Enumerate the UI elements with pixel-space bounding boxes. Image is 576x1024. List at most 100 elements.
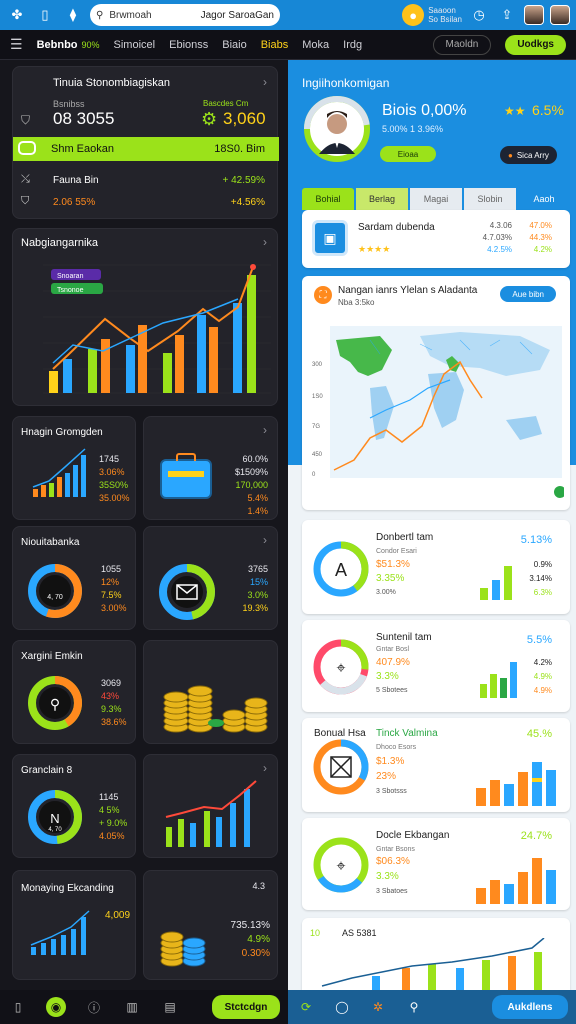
list-item[interactable]: ⌖ Docle Ekbangan Gntar Bsons $06.3% 3.3%… (302, 818, 570, 910)
list-item-title: Bonual Hsa (314, 728, 366, 739)
document-icon[interactable]: ▯ (34, 4, 56, 26)
toggle-icon[interactable] (18, 141, 36, 155)
stat-label: 2.06 55% (53, 197, 96, 208)
metric-value: 15% (249, 577, 268, 587)
battery-icon[interactable]: ▯ (8, 997, 28, 1017)
chevron-right-icon[interactable]: › (263, 761, 267, 775)
metric-title: Niouitabanka (21, 537, 80, 548)
map-sub: Nba 3:5ko (338, 298, 375, 307)
trend-title: AS 5381 (342, 928, 377, 938)
refresh-icon[interactable]: ⟳ (296, 997, 316, 1017)
nav-item[interactable]: Irdg (343, 39, 362, 51)
donut-gauge: A (313, 541, 369, 597)
y-tick: 7G (312, 424, 320, 430)
calendar-icon[interactable]: ▤ (160, 997, 180, 1017)
chart-bar (163, 353, 172, 393)
listing-title: Sardam dubenda (358, 222, 435, 233)
primary-bottom-button[interactable]: Stctcdgn (212, 995, 280, 1019)
map-status-icon[interactable] (554, 486, 564, 498)
settings-icon[interactable]: ✲ (368, 997, 388, 1017)
legend-label: Snoaran (57, 273, 84, 280)
tab[interactable]: Berlag (356, 188, 408, 210)
tab[interactable]: Aaoh (518, 188, 570, 210)
avatar[interactable] (524, 5, 544, 25)
highlight-row[interactable]: Shm Eaokan 18S0. Bim (13, 137, 279, 161)
listing-card[interactable]: ▣ Sardam dubenda ★★★★ 4.3.06 4.7.03% 4.2… (302, 210, 570, 268)
metric-card: Xargini Emkin ⚲ 3069 43% 9.3% 38.6% (12, 640, 136, 744)
list-item-value: 407.9% (376, 657, 410, 668)
brand-badge: 90% (81, 39, 100, 50)
metric-card: › 60.0% $1509% 170,000 5.4% 1.4% (143, 416, 278, 520)
chevron-right-icon[interactable]: › (263, 423, 267, 437)
metric-value: 7.5% (101, 590, 122, 600)
search-input[interactable]: ⚲ Brwmoah Jagor SaroaGan (90, 4, 280, 26)
tab[interactable]: Magai (410, 188, 462, 210)
metric-value: 4,009 (105, 910, 131, 921)
mini-bar-chart (30, 910, 90, 955)
bookmark-icon[interactable]: ⧫ (62, 4, 84, 26)
list-item[interactable]: Bonual Hsa Tinck Valmina Dhoco Esors $1.… (302, 718, 570, 812)
profile-action-button[interactable]: ● Sica Arry (500, 146, 557, 164)
list-item-sub: Condor Esari (376, 548, 417, 555)
nav-item[interactable]: Biaio (222, 39, 246, 51)
briefcase-icon (160, 453, 212, 499)
listing-value: 4.2.5% (487, 245, 512, 254)
home-icon[interactable]: ◉ (46, 997, 66, 1017)
chart-card: Nabgiangarnika › Snoaran Tsnonoe (12, 228, 278, 406)
profile-icon[interactable]: ◯ (332, 997, 352, 1017)
nav-item-active[interactable]: Biabs (261, 39, 289, 51)
listing-value: 47.0% (529, 221, 552, 230)
menu-icon[interactable]: ☰ (10, 36, 23, 53)
chevron-right-icon[interactable]: › (263, 533, 267, 547)
metric-value: 3.0% (247, 590, 268, 600)
nav-item[interactable]: Moka (302, 39, 329, 51)
listing-value: 4.7.03% (482, 233, 512, 242)
metric-card: › 3765 15% 3.0% 19.3% (143, 526, 278, 630)
list-item-value: 4.9% (533, 672, 552, 681)
summary-sub: Bsnibss (53, 99, 85, 109)
list-item-value: 5 Sbotees (376, 687, 408, 694)
nav-item[interactable]: Simoicel (114, 39, 156, 51)
list-item-value: 23% (376, 771, 397, 782)
donut-gauge: N 4, 70 (28, 790, 82, 844)
upload-icon[interactable]: ⇪ (496, 4, 518, 26)
app-grid-icon[interactable]: ✤ (6, 4, 28, 26)
list-item[interactable]: A Donbertl tam Condor Esari $51.3% 3.35%… (302, 520, 570, 614)
tab-active[interactable]: Bohial (302, 188, 354, 210)
info-icon[interactable]: ⓘ (84, 997, 104, 1017)
primary-button[interactable]: Uodkgs (505, 34, 566, 55)
tab[interactable]: Slobin (464, 188, 516, 210)
search-icon[interactable]: ⚲ (404, 997, 424, 1017)
chart-title: Nabgiangarnika (21, 237, 99, 249)
search-icon: ⚲ (96, 9, 104, 21)
summary-value: 08 3055 (53, 109, 115, 128)
chart-line (52, 266, 254, 370)
metric-title: Hnagin Gromgden (21, 427, 103, 438)
left-panel: Tinuia Stonombiagiskan › Bsnibss ⛉ 08 30… (0, 60, 288, 990)
chart-point (250, 264, 256, 270)
y-tick: 300 (312, 362, 323, 368)
notification-icon[interactable]: ● (402, 4, 425, 26)
profile-avatar[interactable] (302, 94, 372, 164)
profile-status-pill[interactable]: Eioaa (380, 146, 436, 162)
trend-card: 10 AS 5381 (302, 918, 570, 990)
avatar-secondary[interactable] (550, 5, 570, 25)
chart-bar (57, 477, 62, 497)
ghost-button[interactable]: Maoldn (432, 34, 492, 55)
map-action-button[interactable]: Aue bibn (500, 286, 556, 302)
chart-icon[interactable]: ▥ (122, 997, 142, 1017)
list-item-value: 4.9% (533, 686, 552, 695)
chevron-right-icon[interactable]: › (263, 235, 267, 249)
list-item-value: 3.3% (376, 871, 399, 882)
list-item[interactable]: ⌖ Suntenil tam Gntar Bosl 407.9% 3.3% 5 … (302, 620, 570, 712)
metric-value: 60.0% (242, 454, 268, 464)
world-map-chart: 300 1S0 7G 450 0 (312, 326, 564, 498)
list-item-sub: Gntar Bsons (376, 846, 415, 853)
secondary-bottom-button[interactable]: Aukdlens (492, 995, 568, 1019)
map-card: ⛶ Nangan ianrs Ylelan s Aladanta Nba 3:5… (302, 276, 570, 510)
metric-value: 3.00% (101, 603, 127, 613)
clock-icon[interactable]: ◷ (468, 4, 490, 26)
metric-value: 4.05% (99, 831, 125, 841)
chevron-right-icon[interactable]: › (263, 75, 267, 89)
nav-item[interactable]: Ebionss (169, 39, 208, 51)
